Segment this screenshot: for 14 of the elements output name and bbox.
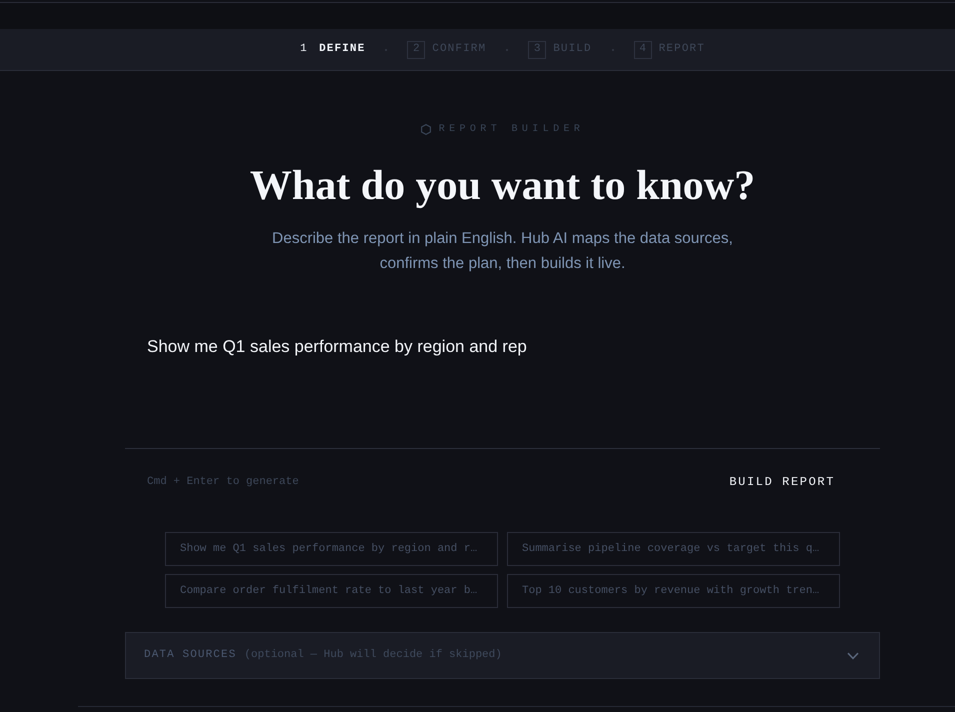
build-report-button[interactable]: BUILD REPORT bbox=[719, 467, 835, 497]
suggestion-chip[interactable]: Show me Q1 sales performance by region and r… bbox=[165, 532, 498, 566]
page-description: Describe the report in plain English. Hub AI maps the data sources, confirms the plan, then builds it live. bbox=[271, 229, 734, 274]
step-tab[interactable]: 1 DEFINE bbox=[300, 40, 366, 58]
suggestion-chip[interactable]: Compare order fulfilment rate to last year b… bbox=[165, 574, 498, 608]
prompt-field[interactable]: Show me Q1 sales performance by region and rep bbox=[125, 312, 880, 449]
chevron-icon bbox=[847, 652, 859, 660]
page-heading: What do you want to know? bbox=[248, 162, 756, 211]
suggestion-chip[interactable]: Top 10 customers by revenue with growth tren… bbox=[507, 574, 840, 608]
eyebrow-label: REPORT BUILDER bbox=[438, 122, 584, 136]
shortcut-hint: Cmd + Enter to generate bbox=[147, 474, 299, 490]
data-sources-toggle[interactable]: DATA SOURCES (optional — Hub will decide if skipped) bbox=[125, 632, 880, 679]
suggestion-chip[interactable]: Summarise pipeline coverage vs target this q… bbox=[507, 532, 840, 566]
hexagon-icon bbox=[420, 124, 431, 134]
